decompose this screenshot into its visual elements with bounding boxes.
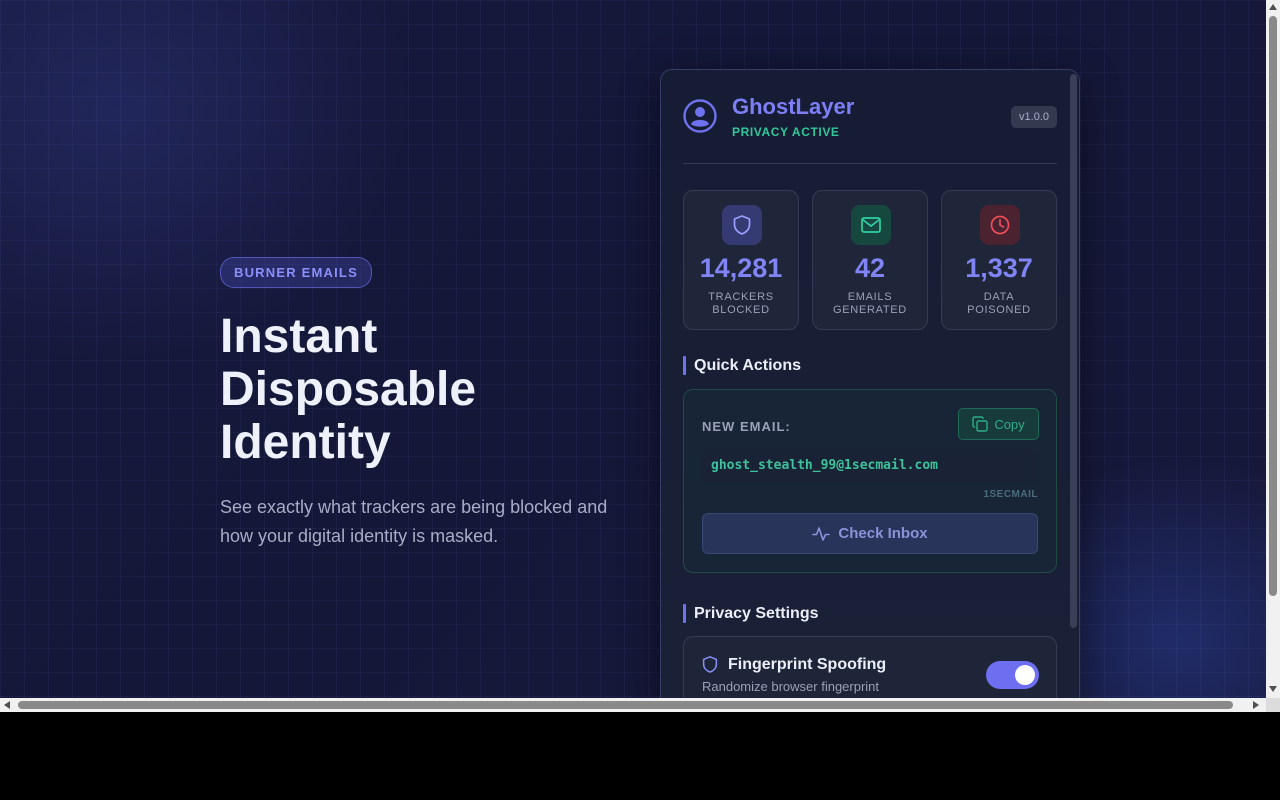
vertical-scroll-thumb[interactable] (1269, 16, 1277, 596)
hero-title: Instant Disposable Identity (220, 310, 477, 469)
app-title: GhostLayer (732, 94, 855, 119)
new-email-label: NEW EMAIL: (702, 419, 791, 434)
privacy-settings-heading: Privacy Settings (683, 604, 819, 623)
shield-icon (702, 656, 718, 673)
panel-header: GhostLayer PRIVACY ACTIVE v1.0.0 (683, 94, 1057, 164)
quick-actions-card: NEW EMAIL: Copy ghost_stealth_99@1secmai… (683, 389, 1057, 573)
scroll-right-arrow-icon[interactable] (1253, 701, 1259, 709)
page-horizontal-scrollbar[interactable] (0, 698, 1266, 712)
hero-badge: BURNER EMAILS (220, 257, 372, 288)
horizontal-scroll-thumb[interactable] (18, 701, 1233, 709)
check-inbox-button[interactable]: Check Inbox (702, 513, 1038, 554)
stat-card-poisoned: 1,337 DATA POISONED (941, 190, 1057, 330)
copy-button-label: Copy (994, 416, 1025, 432)
copy-icon (972, 416, 989, 432)
privacy-status: PRIVACY ACTIVE (732, 125, 840, 139)
stat-card-trackers: 14,281 TRACKERS BLOCKED (683, 190, 799, 330)
email-provider-label: 1SECMAIL (983, 489, 1038, 500)
generated-email-field[interactable]: ghost_stealth_99@1secmail.com (702, 449, 1038, 483)
stat-label: EMAILS GENERATED (833, 291, 907, 316)
page-viewport: BURNER EMAILS Instant Disposable Identit… (0, 0, 1266, 698)
stat-card-emails: 42 EMAILS GENERATED (812, 190, 928, 330)
scroll-down-arrow-icon[interactable] (1269, 686, 1277, 692)
mail-icon (851, 205, 891, 245)
clock-icon (980, 205, 1020, 245)
fingerprint-spoofing-toggle[interactable] (986, 661, 1039, 689)
scrollbar-corner (1266, 698, 1280, 712)
setting-fingerprint-spoofing: Fingerprint Spoofing Randomize browser f… (683, 636, 1057, 698)
scroll-up-arrow-icon[interactable] (1269, 4, 1277, 10)
stat-value: 14,281 (699, 253, 783, 283)
check-inbox-label: Check Inbox (838, 525, 928, 542)
stat-label: TRACKERS BLOCKED (708, 291, 774, 316)
quick-actions-heading: Quick Actions (683, 356, 801, 375)
hero-subtitle: See exactly what trackers are being bloc… (220, 497, 608, 546)
shield-icon (722, 205, 762, 245)
panel-scrollbar[interactable] (1070, 74, 1077, 628)
stat-value: 1,337 (965, 253, 1033, 283)
activity-icon (812, 526, 831, 541)
setting-name: Fingerprint Spoofing (728, 656, 887, 673)
user-avatar-icon (683, 99, 717, 133)
offscreen-area (0, 712, 1280, 800)
stat-label: DATA POISONED (967, 291, 1031, 316)
version-badge: v1.0.0 (1011, 106, 1057, 128)
copy-button[interactable]: Copy (958, 408, 1039, 440)
hero-section: BURNER EMAILS Instant Disposable Identit… (220, 257, 640, 551)
page-vertical-scrollbar[interactable] (1266, 0, 1280, 698)
stats-row: 14,281 TRACKERS BLOCKED 42 EMAILS GENERA… (683, 190, 1057, 330)
scroll-left-arrow-icon[interactable] (4, 701, 10, 709)
setting-description: Randomize browser fingerprint (702, 679, 880, 694)
extension-popup-panel: GhostLayer PRIVACY ACTIVE v1.0.0 14,281 … (660, 69, 1080, 698)
toggle-knob (1015, 665, 1035, 685)
stat-value: 42 (854, 253, 886, 283)
